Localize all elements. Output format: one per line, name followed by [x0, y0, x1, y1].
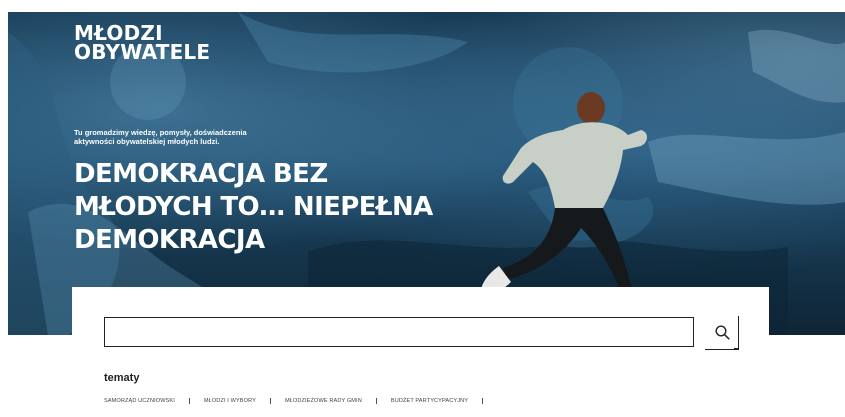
topic-separator	[269, 398, 271, 404]
topics-heading: tematy	[104, 372, 140, 384]
topic-link-samorzad[interactable]: SAMORZĄD UCZNIOWSKI	[104, 398, 175, 404]
headline-line-1: DEMOKRACJA BEZ	[74, 159, 328, 189]
topic-separator	[188, 398, 190, 404]
topic-link-rady-gmin[interactable]: MŁODZIEŻOWE RADY GMIN	[285, 398, 362, 404]
topics-list: SAMORZĄD UCZNIOWSKI MŁODZI I WYBORY MŁOD…	[104, 398, 497, 404]
hero-headline: DEMOKRACJA BEZ MŁODYCH TO… NIEPEŁNA DEMO…	[74, 158, 433, 257]
headline-line-2: MŁODYCH TO… NIEPEŁNA	[74, 192, 433, 222]
search-input[interactable]	[104, 317, 694, 347]
search-button-underline	[705, 349, 739, 350]
site-logo[interactable]: MŁODZI OBYWATELE	[74, 23, 211, 64]
topic-link-budzet[interactable]: BUDŻET PARTYCYPACYJNY	[391, 398, 468, 404]
topic-separator	[482, 398, 484, 404]
search-button-border	[734, 316, 739, 349]
runner-figure	[480, 92, 647, 306]
topic-separator	[375, 398, 377, 404]
headline-line-3: DEMOKRACJA	[74, 225, 265, 255]
topic-link-mlodzi-i-wybory[interactable]: MŁODZI I WYBORY	[204, 398, 256, 404]
search-icon	[715, 325, 730, 340]
hero-tagline: Tu gromadzimy wiedzę, pomysły, doświadcz…	[74, 128, 247, 146]
logo-line-2: OBYWATELE	[74, 40, 211, 64]
search-button[interactable]	[705, 316, 739, 350]
